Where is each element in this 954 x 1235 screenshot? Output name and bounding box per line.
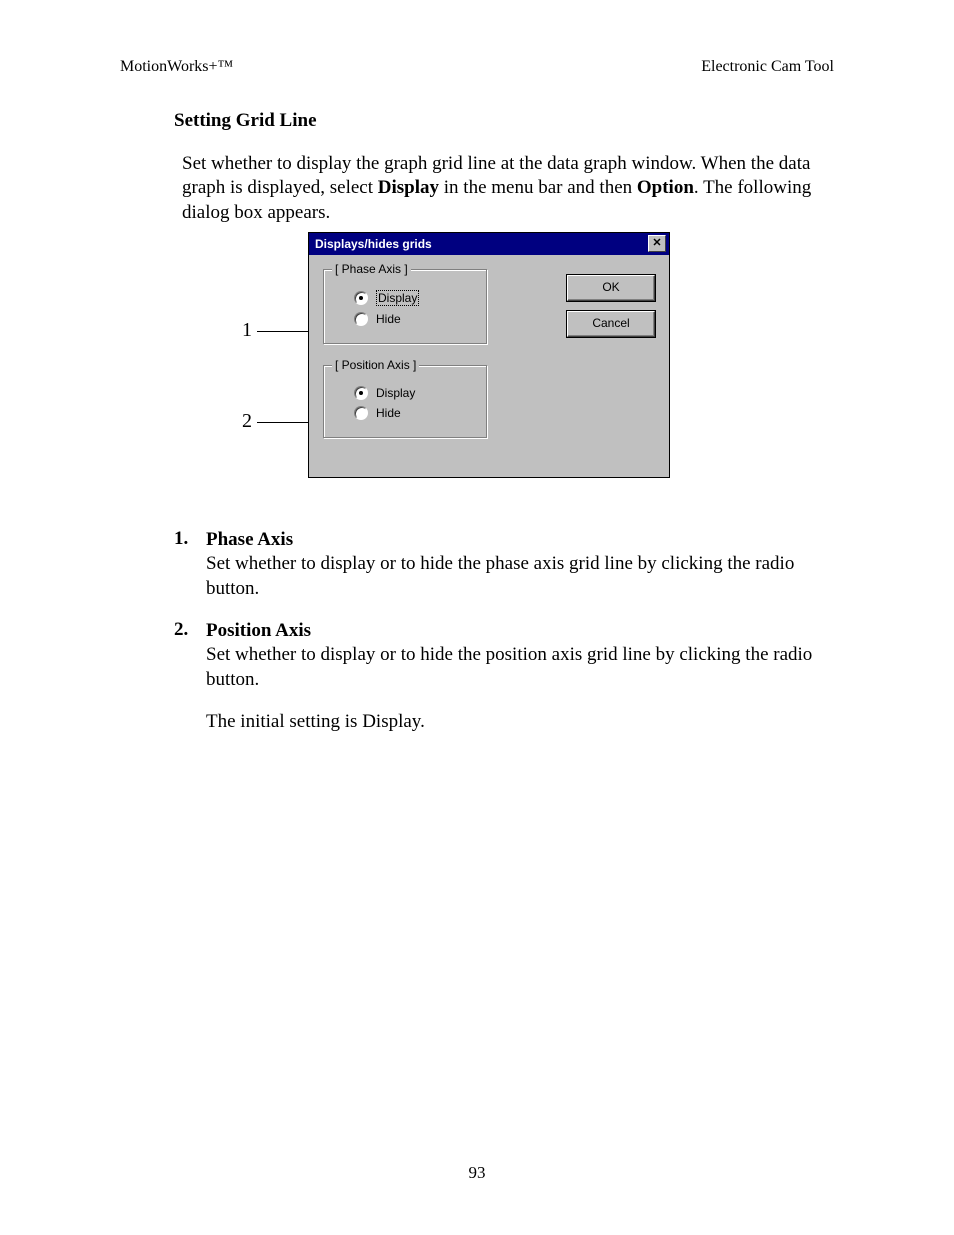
close-icon: ✕: [652, 238, 661, 249]
radio-unselected-icon: [354, 312, 368, 326]
position-display-radio[interactable]: Display: [354, 386, 457, 400]
radio-selected-icon: [354, 386, 368, 400]
header-left: MotionWorks+™: [120, 58, 233, 76]
callout-1: 1: [242, 319, 252, 342]
groups-column: [ Phase Axis ] Display Hide [ Position A…: [323, 269, 543, 459]
item1-title: Phase Axis: [206, 528, 834, 552]
intro-paragraph: Set whether to display the graph grid li…: [182, 152, 834, 225]
item2-title: Position Axis: [206, 619, 834, 643]
close-button[interactable]: ✕: [648, 235, 666, 252]
button-column: OK Cancel: [567, 269, 655, 337]
phase-hide-radio[interactable]: Hide: [354, 312, 457, 326]
phase-hide-label: Hide: [376, 312, 401, 326]
position-hide-label: Hide: [376, 406, 401, 420]
phase-display-radio[interactable]: Display: [354, 290, 457, 306]
item1-desc: Set whether to display or to hide the ph…: [206, 552, 834, 601]
intro-mid: in the menu bar and then: [439, 177, 637, 198]
phase-display-label: Display: [376, 290, 419, 306]
phase-axis-group: [ Phase Axis ] Display Hide: [323, 269, 488, 345]
callout-2: 2: [242, 410, 252, 433]
dialog-titlebar[interactable]: Displays/hides grids ✕: [309, 233, 669, 255]
item1-num: 1.: [174, 528, 196, 601]
page-header: MotionWorks+™ Electronic Cam Tool: [120, 58, 834, 76]
section-title: Setting Grid Line: [174, 110, 317, 132]
item2-desc: Set whether to display or to hide the po…: [206, 643, 834, 692]
radio-unselected-icon: [354, 406, 368, 420]
ok-button[interactable]: OK: [567, 275, 655, 301]
position-axis-legend: [ Position Axis ]: [332, 358, 419, 372]
grid-dialog: Displays/hides grids ✕ [ Phase Axis ] Di…: [308, 232, 670, 478]
phase-axis-legend: [ Phase Axis ]: [332, 262, 411, 276]
position-hide-radio[interactable]: Hide: [354, 406, 457, 420]
radio-selected-icon: [354, 291, 368, 305]
list-item-1: 1. Phase Axis Set whether to display or …: [174, 528, 834, 601]
description-list: 1. Phase Axis Set whether to display or …: [174, 528, 834, 734]
item2-num: 2.: [174, 619, 196, 692]
dialog-title: Displays/hides grids: [315, 237, 432, 251]
list-item-2: 2. Position Axis Set whether to display …: [174, 619, 834, 692]
dialog-body: [ Phase Axis ] Display Hide [ Position A…: [309, 255, 669, 477]
list-note: The initial setting is Display.: [206, 710, 834, 734]
page-number: 93: [0, 1163, 954, 1183]
header-right: Electronic Cam Tool: [701, 58, 834, 76]
position-axis-group: [ Position Axis ] Display Hide: [323, 365, 488, 439]
intro-bold-option: Option: [637, 177, 694, 198]
intro-bold-display: Display: [378, 177, 439, 198]
cancel-button[interactable]: Cancel: [567, 311, 655, 337]
position-display-label: Display: [376, 386, 415, 400]
